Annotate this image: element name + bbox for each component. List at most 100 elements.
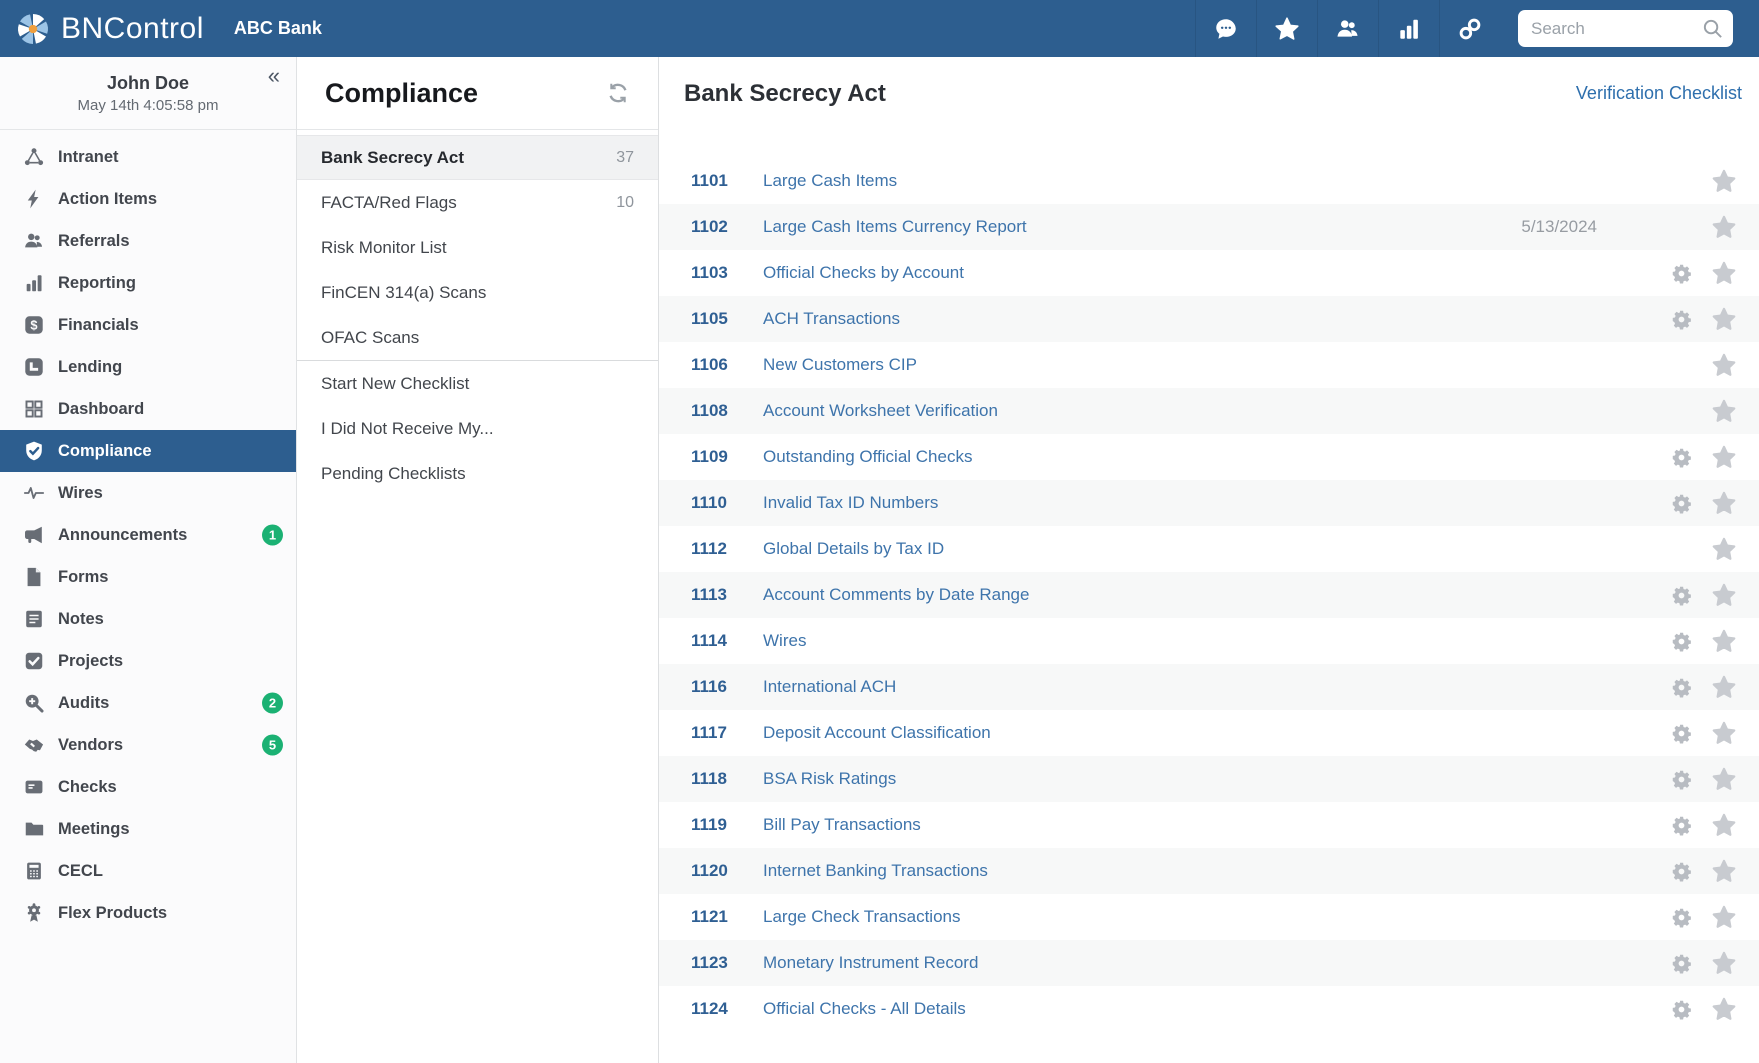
- gear-icon[interactable]: [1671, 447, 1692, 468]
- report-number-link[interactable]: 1120: [691, 861, 763, 881]
- report-number-link[interactable]: 1105: [691, 309, 763, 329]
- report-number-link[interactable]: 1113: [691, 585, 763, 605]
- report-number-link[interactable]: 1101: [691, 171, 763, 191]
- star-icon[interactable]: [1711, 444, 1737, 470]
- report-title-link[interactable]: International ACH: [763, 677, 1661, 697]
- report-title-link[interactable]: Global Details by Tax ID: [763, 539, 1661, 559]
- report-number-link[interactable]: 1103: [691, 263, 763, 283]
- star-icon[interactable]: [1711, 260, 1737, 286]
- star-icon[interactable]: [1711, 766, 1737, 792]
- star-icon[interactable]: [1711, 536, 1737, 562]
- verification-checklist-link[interactable]: Verification Checklist: [1576, 83, 1742, 104]
- report-title-link[interactable]: BSA Risk Ratings: [763, 769, 1661, 789]
- star-icon[interactable]: [1711, 720, 1737, 746]
- refresh-icon[interactable]: [606, 81, 630, 105]
- star-icon[interactable]: [1711, 628, 1737, 654]
- report-title-link[interactable]: Account Comments by Date Range: [763, 585, 1661, 605]
- report-number-link[interactable]: 1117: [691, 723, 763, 743]
- report-number-link[interactable]: 1116: [691, 677, 763, 697]
- sidebar-item-dashboard[interactable]: Dashboard: [0, 388, 296, 430]
- star-icon[interactable]: [1711, 214, 1737, 240]
- report-title-link[interactable]: Outstanding Official Checks: [763, 447, 1661, 467]
- users-button[interactable]: [1317, 0, 1378, 57]
- report-number-link[interactable]: 1112: [691, 539, 763, 559]
- gear-icon[interactable]: [1671, 309, 1692, 330]
- report-title-link[interactable]: ACH Transactions: [763, 309, 1661, 329]
- gear-icon[interactable]: [1671, 953, 1692, 974]
- reports-button[interactable]: [1378, 0, 1439, 57]
- report-number-link[interactable]: 1123: [691, 953, 763, 973]
- report-number-link[interactable]: 1124: [691, 999, 763, 1019]
- sidebar-item-intranet[interactable]: Intranet: [0, 136, 296, 178]
- report-number-link[interactable]: 1108: [691, 401, 763, 421]
- star-icon[interactable]: [1711, 352, 1737, 378]
- panel-item-risk-monitor-list[interactable]: Risk Monitor List: [297, 225, 658, 270]
- report-number-link[interactable]: 1118: [691, 769, 763, 789]
- gear-icon[interactable]: [1671, 263, 1692, 284]
- star-icon[interactable]: [1711, 582, 1737, 608]
- links-button[interactable]: [1439, 0, 1500, 57]
- report-title-link[interactable]: Deposit Account Classification: [763, 723, 1661, 743]
- favorites-button[interactable]: [1256, 0, 1317, 57]
- gear-icon[interactable]: [1671, 861, 1692, 882]
- star-icon[interactable]: [1711, 168, 1737, 194]
- report-title-link[interactable]: Official Checks by Account: [763, 263, 1661, 283]
- report-number-link[interactable]: 1102: [691, 217, 763, 237]
- panel-item-ofac-scans[interactable]: OFAC Scans: [297, 315, 658, 360]
- report-title-link[interactable]: Internet Banking Transactions: [763, 861, 1661, 881]
- search-icon[interactable]: [1701, 17, 1724, 40]
- sidebar-item-referrals[interactable]: Referrals: [0, 220, 296, 262]
- report-number-link[interactable]: 1119: [691, 815, 763, 835]
- sidebar-item-vendors[interactable]: Vendors 5: [0, 724, 296, 766]
- report-title-link[interactable]: Official Checks - All Details: [763, 999, 1661, 1019]
- report-title-link[interactable]: Wires: [763, 631, 1661, 651]
- gear-icon[interactable]: [1671, 585, 1692, 606]
- sidebar-item-meetings[interactable]: Meetings: [0, 808, 296, 850]
- sidebar-item-projects[interactable]: Projects: [0, 640, 296, 682]
- sidebar-item-announcements[interactable]: Announcements 1: [0, 514, 296, 556]
- gear-icon[interactable]: [1671, 907, 1692, 928]
- gear-icon[interactable]: [1671, 723, 1692, 744]
- report-title-link[interactable]: Large Cash Items: [763, 171, 1661, 191]
- report-title-link[interactable]: Bill Pay Transactions: [763, 815, 1661, 835]
- sidebar-item-reporting[interactable]: Reporting: [0, 262, 296, 304]
- report-title-link[interactable]: Monetary Instrument Record: [763, 953, 1661, 973]
- panel-item-facta-red-flags[interactable]: FACTA/Red Flags 10: [297, 180, 658, 225]
- report-number-link[interactable]: 1110: [691, 493, 763, 513]
- report-number-link[interactable]: 1121: [691, 907, 763, 927]
- star-icon[interactable]: [1711, 812, 1737, 838]
- panel-item-fincen-314a-scans[interactable]: FinCEN 314(a) Scans: [297, 270, 658, 315]
- panel-item-bank-secrecy-act[interactable]: Bank Secrecy Act 37: [297, 135, 658, 180]
- star-icon[interactable]: [1711, 398, 1737, 424]
- action-start-new-checklist[interactable]: Start New Checklist: [297, 361, 658, 406]
- report-number-link[interactable]: 1114: [691, 631, 763, 651]
- sidebar-item-financials[interactable]: $ Financials: [0, 304, 296, 346]
- star-icon[interactable]: [1711, 490, 1737, 516]
- report-title-link[interactable]: Invalid Tax ID Numbers: [763, 493, 1661, 513]
- app-logo[interactable]: BNControl: [14, 10, 204, 48]
- sidebar-item-wires[interactable]: Wires: [0, 472, 296, 514]
- report-number-link[interactable]: 1109: [691, 447, 763, 467]
- report-title-link[interactable]: Large Check Transactions: [763, 907, 1661, 927]
- sidebar-collapse-button[interactable]: «: [268, 65, 280, 87]
- report-title-link[interactable]: Account Worksheet Verification: [763, 401, 1661, 421]
- sidebar-item-audits[interactable]: Audits 2: [0, 682, 296, 724]
- star-icon[interactable]: [1711, 950, 1737, 976]
- star-icon[interactable]: [1711, 306, 1737, 332]
- sidebar-item-lending[interactable]: Lending: [0, 346, 296, 388]
- gear-icon[interactable]: [1671, 677, 1692, 698]
- gear-icon[interactable]: [1671, 769, 1692, 790]
- star-icon[interactable]: [1711, 858, 1737, 884]
- sidebar-item-compliance[interactable]: Compliance: [0, 430, 296, 472]
- sidebar-item-action-items[interactable]: Action Items: [0, 178, 296, 220]
- sidebar-item-forms[interactable]: Forms: [0, 556, 296, 598]
- sidebar-item-notes[interactable]: Notes: [0, 598, 296, 640]
- report-title-link[interactable]: New Customers CIP: [763, 355, 1661, 375]
- star-icon[interactable]: [1711, 674, 1737, 700]
- report-title-link[interactable]: Large Cash Items Currency Report: [763, 217, 1521, 237]
- gear-icon[interactable]: [1671, 999, 1692, 1020]
- action-i-did-not-receive-my[interactable]: I Did Not Receive My...: [297, 406, 658, 451]
- sidebar-item-checks[interactable]: Checks: [0, 766, 296, 808]
- sidebar-item-flex-products[interactable]: Flex Products: [0, 892, 296, 934]
- chat-button[interactable]: [1195, 0, 1256, 57]
